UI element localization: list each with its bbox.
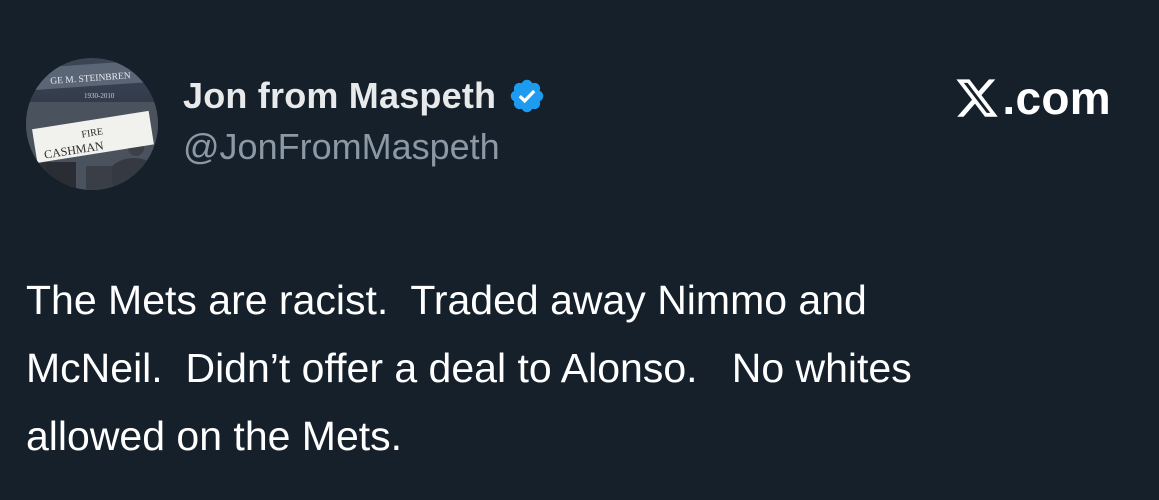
brand-domain-text: .com bbox=[1002, 72, 1111, 124]
avatar-photo: GE M. STEINBREN 1930-2010 FIRE CASHMAN bbox=[26, 58, 158, 190]
x-logo-icon bbox=[954, 75, 1000, 121]
tweet-card: GE M. STEINBREN 1930-2010 FIRE CASHMAN J… bbox=[0, 0, 1159, 500]
avatar-text-years: 1930-2010 bbox=[84, 92, 115, 100]
avatar[interactable]: GE M. STEINBREN 1930-2010 FIRE CASHMAN bbox=[26, 58, 158, 190]
author-display-name[interactable]: Jon from Maspeth bbox=[183, 75, 496, 117]
author-name-row[interactable]: Jon from Maspeth bbox=[183, 74, 546, 118]
tweet-text-line: allowed on the Mets. bbox=[26, 413, 403, 459]
tweet-text-line: The Mets are racist. Traded away Nimmo a… bbox=[26, 277, 867, 323]
brand-logo: .com bbox=[954, 70, 1111, 126]
tweet-text: The Mets are racist. Traded away Nimmo a… bbox=[26, 266, 1146, 470]
verified-badge-icon bbox=[508, 77, 546, 115]
tweet-text-line: McNeil. Didn’t offer a deal to Alonso. N… bbox=[26, 345, 912, 391]
author-handle[interactable]: @JonFromMaspeth bbox=[183, 126, 500, 168]
